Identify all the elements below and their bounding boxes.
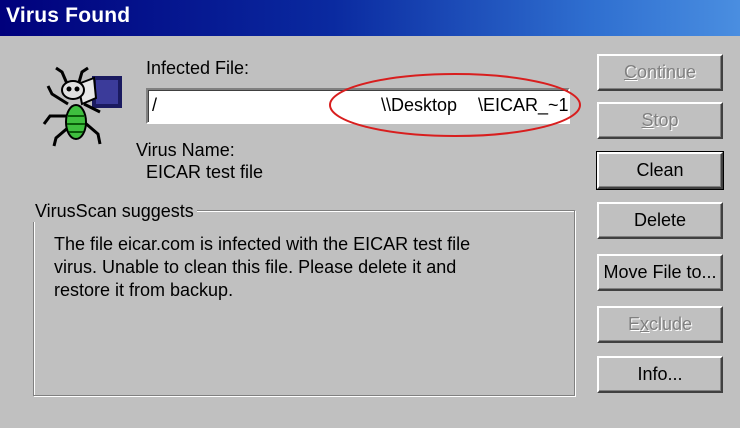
exclude-label-post: clude <box>648 314 693 334</box>
virus-name-label: Virus Name: <box>136 140 235 160</box>
infected-file-path-field[interactable]: / \\Desktop \EICAR_~1.ZIP\eicar.com <box>146 88 570 124</box>
clean-button[interactable]: Clean <box>596 151 724 190</box>
virus-name-value: EICAR test file <box>146 162 264 182</box>
virus-found-dialog: Virus Found Infected File: / \\Desktop \… <box>0 0 740 428</box>
continue-button[interactable]: Continue <box>597 54 723 91</box>
move-file-button[interactable]: Move File to... <box>597 254 723 291</box>
exclude-label-pre: E <box>627 314 640 334</box>
suggestion-message: The file eicar.com is infected with the … <box>54 233 554 302</box>
window-title: Virus Found <box>6 4 131 27</box>
delete-button[interactable]: Delete <box>597 202 723 239</box>
stop-accel: S <box>641 110 654 130</box>
exclude-accel: x <box>639 314 649 334</box>
path-end: \EICAR_~1.ZIP\eicar.com <box>478 95 569 115</box>
suggestion-line: virus. Unable to clean this file. Please… <box>54 257 457 277</box>
continue-accel: C <box>623 62 637 82</box>
infected-file-label: Infected File: <box>146 58 250 78</box>
continue-label-post: ontinue <box>636 62 697 82</box>
path-middle: \\Desktop <box>381 95 458 115</box>
stop-label-post: top <box>653 110 679 130</box>
title-bar[interactable]: Virus Found <box>0 0 740 36</box>
exclude-button[interactable]: Ex clude <box>597 306 723 343</box>
path-prefix: / <box>152 95 158 115</box>
suggestion-line: restore it from backup. <box>54 280 234 300</box>
bug-icon <box>42 66 122 147</box>
suggestion-legend: VirusScan suggests <box>32 201 197 222</box>
info-button[interactable]: Info... <box>597 356 723 393</box>
stop-button[interactable]: Stop <box>597 102 723 139</box>
suggestion-line: The file eicar.com is infected with the … <box>54 234 471 254</box>
